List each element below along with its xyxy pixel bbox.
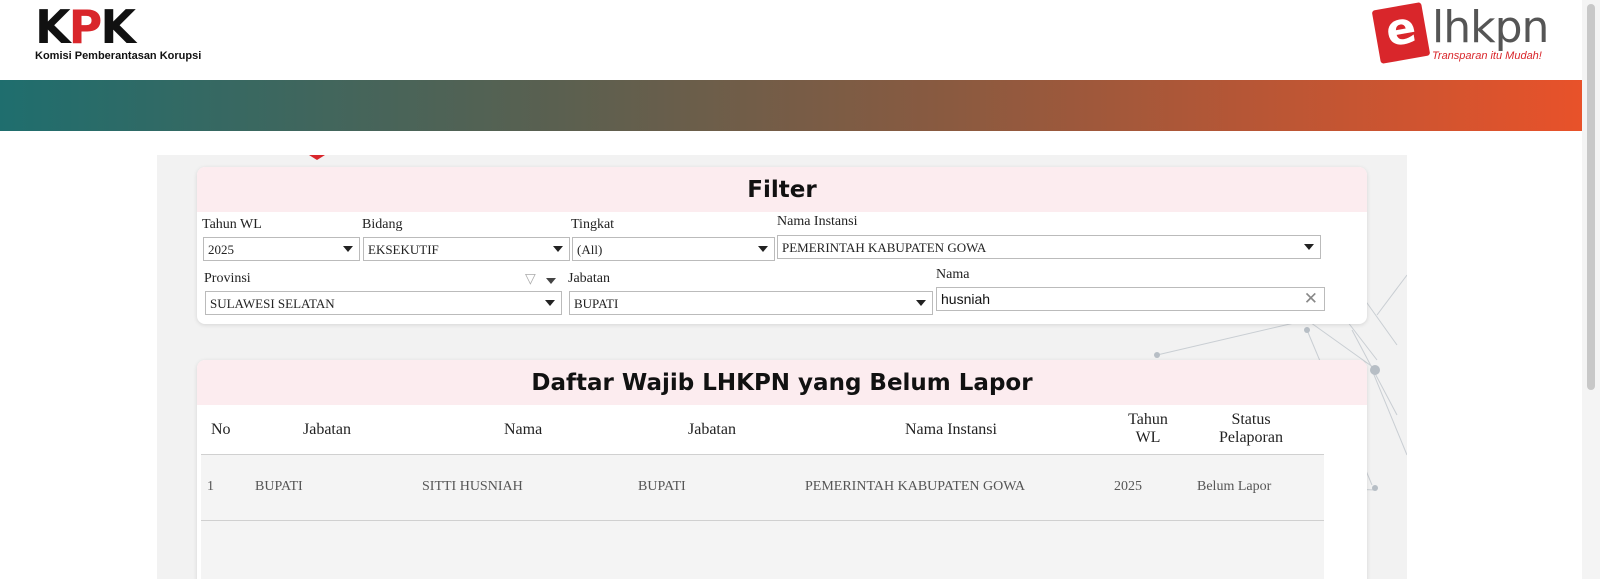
jabatan-select[interactable]: BUPATI (569, 291, 933, 315)
cell-nama-instansi: PEMERINTAH KABUPATEN GOWA (805, 479, 1026, 494)
col-status-pelaporan[interactable]: Status Pelaporan (1211, 411, 1291, 447)
nama-input-value: husniah (941, 291, 991, 307)
chevron-down-icon (553, 246, 563, 252)
chevron-down-icon (758, 246, 768, 252)
table-header: No Jabatan Nama Jabatan Nama Instansi Ta… (201, 405, 1324, 455)
tahun-wl-select[interactable]: 2025 (203, 237, 360, 261)
provinsi-select[interactable]: SULAWESI SELATAN (205, 291, 562, 315)
kpk-logo-text: KPK (35, 0, 136, 54)
cell-jabatan-2: BUPATI (638, 479, 686, 494)
jabatan-label: Jabatan (568, 271, 610, 286)
nama-instansi-value: PEMERINTAH KABUPATEN GOWA (782, 240, 987, 255)
bidang-select[interactable]: EKSEKUTIF (363, 237, 570, 261)
provinsi-menu-arrow-icon[interactable] (546, 278, 556, 284)
elhkpn-name: lhkpn (1432, 2, 1549, 53)
results-table: No Jabatan Nama Jabatan Nama Instansi Ta… (201, 405, 1324, 579)
chevron-down-icon (916, 300, 926, 306)
cell-status: Belum Lapor (1197, 479, 1272, 494)
provinsi-label: Provinsi (204, 271, 251, 286)
col-tahun-wl[interactable]: Tahun WL (1123, 411, 1173, 447)
kpk-subtitle: Komisi Pemberantasan Korupsi (35, 50, 202, 62)
chevron-down-icon (343, 246, 353, 252)
scrollbar-thumb[interactable] (1587, 4, 1595, 390)
nama-instansi-label: Nama Instansi (777, 214, 858, 229)
top-header: KPK Komisi Pemberantasan Korupsi e lhkpn… (0, 0, 1582, 80)
col-nama-instansi[interactable]: Nama Instansi (905, 421, 997, 439)
header-gradient-band (0, 80, 1582, 131)
kpk-logo[interactable]: KPK Komisi Pemberantasan Korupsi (35, 4, 201, 62)
table-row[interactable]: 1 BUPATI SITTI HUSNIAH BUPATI PEMERINTAH… (201, 455, 1324, 521)
chevron-down-icon (1304, 244, 1314, 250)
provinsi-value: SULAWESI SELATAN (210, 296, 335, 311)
clear-icon[interactable]: ✕ (1304, 289, 1318, 309)
bidang-value: EKSEKUTIF (368, 242, 439, 257)
dashboard-panel: Filter Tahun WL 2025 Bidang EKSEKUTIF Ti… (157, 155, 1407, 579)
cell-jabatan: BUPATI (255, 479, 303, 494)
cell-no: 1 (207, 479, 214, 494)
tingkat-select[interactable]: (All) (572, 237, 775, 261)
jabatan-value: BUPATI (574, 296, 619, 311)
tahun-wl-value: 2025 (208, 242, 234, 257)
col-no[interactable]: No (211, 421, 231, 439)
page-scrollbar[interactable] (1582, 0, 1600, 579)
filter-card: Filter Tahun WL 2025 Bidang EKSEKUTIF Ti… (197, 167, 1367, 324)
chevron-down-icon (545, 300, 555, 306)
cell-tahun-wl: 2025 (1114, 479, 1142, 494)
col-jabatan[interactable]: Jabatan (303, 421, 351, 439)
nama-instansi-select[interactable]: PEMERINTAH KABUPATEN GOWA (777, 235, 1321, 259)
cell-nama: SITTI HUSNIAH (422, 479, 523, 494)
tahun-wl-label: Tahun WL (202, 217, 262, 232)
tingkat-value: (All) (577, 242, 603, 257)
filter-title: Filter (197, 167, 1367, 212)
results-title: Daftar Wajib LHKPN yang Belum Lapor (197, 360, 1367, 405)
col-jabatan-2[interactable]: Jabatan (688, 421, 736, 439)
nama-search-input[interactable]: husniah ✕ (936, 287, 1325, 311)
elhkpn-tagline: Transparan itu Mudah! (1432, 50, 1542, 62)
col-nama[interactable]: Nama (504, 421, 542, 439)
table-empty-area (201, 521, 1324, 579)
tingkat-label: Tingkat (571, 217, 615, 232)
elhkpn-logo[interactable]: e lhkpn Transparan itu Mudah! (1371, 2, 1562, 68)
results-card: Daftar Wajib LHKPN yang Belum Lapor No J… (197, 360, 1367, 579)
filter-funnel-icon[interactable]: ▽ (525, 271, 536, 287)
nama-label: Nama (936, 267, 970, 282)
bidang-label: Bidang (362, 217, 403, 232)
